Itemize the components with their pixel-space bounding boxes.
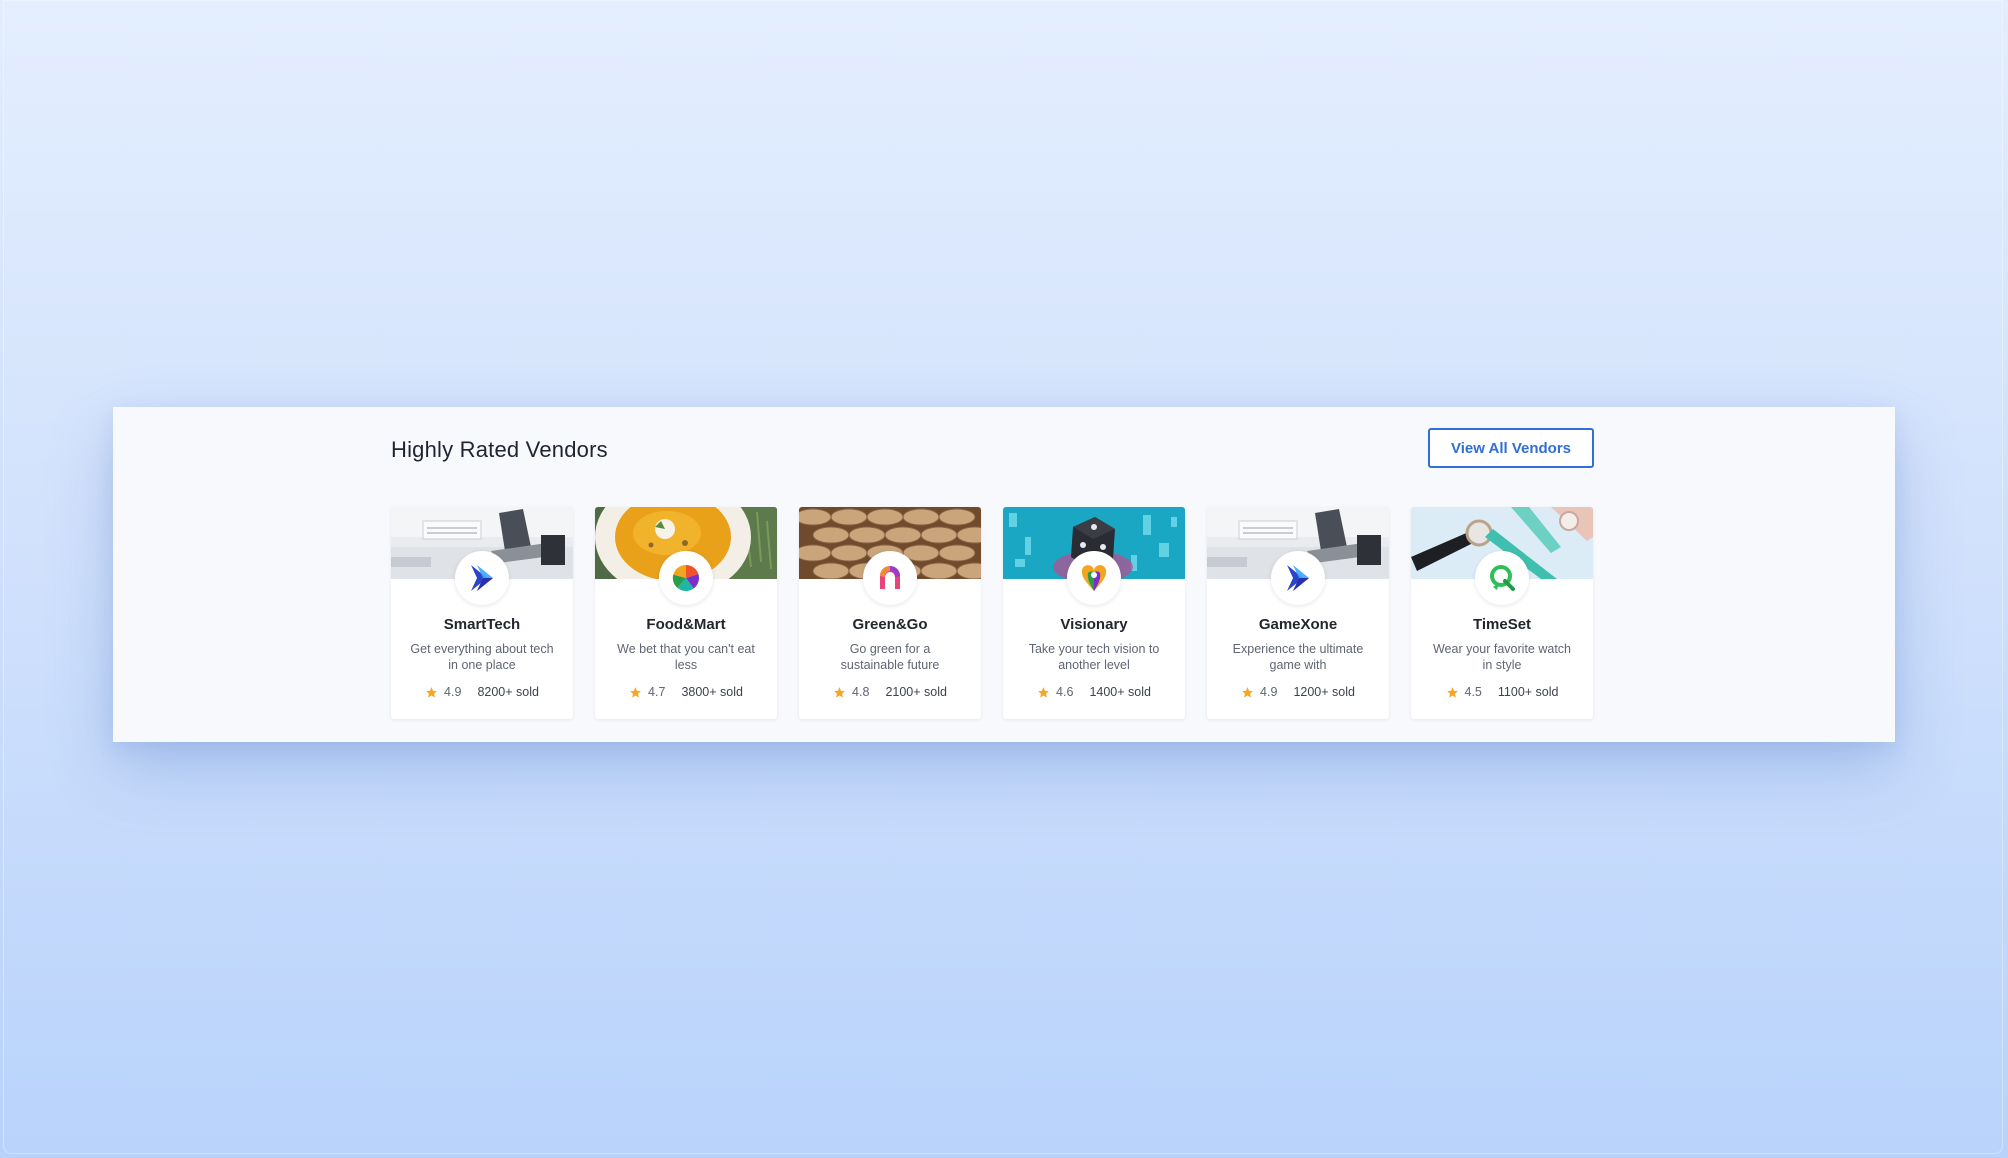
star-icon	[425, 686, 438, 699]
arch-logo-icon	[863, 551, 917, 605]
color-wheel-logo-icon	[659, 551, 713, 605]
star-icon	[833, 686, 846, 699]
chevron-logo-icon	[1271, 551, 1325, 605]
vendor-stats: 4.6 1400+ sold	[1003, 685, 1185, 699]
vendor-name: GameXone	[1258, 616, 1338, 633]
vendor-stats: 4.5 1100+ sold	[1411, 685, 1593, 699]
vendor-name: Green&Go	[852, 616, 928, 633]
view-all-vendors-button[interactable]: View All Vendors	[1428, 428, 1594, 468]
vendor-stats: 4.9 1200+ sold	[1207, 685, 1389, 699]
vendor-rating: 4.6	[1056, 685, 1074, 699]
vendor-card-visionary[interactable]: Visionary Take your tech vision to anoth…	[1003, 507, 1185, 719]
star-icon	[1037, 686, 1050, 699]
vendor-name: Food&Mart	[646, 616, 726, 633]
vendor-name: SmartTech	[443, 616, 521, 633]
vendor-description: Experience the ultimate game with	[1232, 642, 1364, 672]
vendor-stats: 4.9 8200+ sold	[391, 685, 573, 699]
vendor-stats: 4.7 3800+ sold	[595, 685, 777, 699]
star-icon	[1446, 686, 1459, 699]
vendor-sold-count: 3800+ sold	[681, 685, 743, 699]
vendor-rating: 4.7	[648, 685, 666, 699]
vendor-card-foodmart[interactable]: Food&Mart We bet that you can't eat less…	[595, 507, 777, 719]
vendor-rating: 4.8	[852, 685, 870, 699]
vendor-description: Go green for a sustainable future	[840, 642, 940, 672]
vendor-name: Visionary	[1060, 616, 1128, 633]
chevron-logo-icon	[455, 551, 509, 605]
vendor-rating: 4.9	[1260, 685, 1278, 699]
vendor-card-list: SmartTech Get everything about tech in o…	[391, 507, 1593, 719]
vendor-description: Wear your favorite watch in style	[1432, 642, 1572, 672]
heart-pin-logo-icon	[1067, 551, 1121, 605]
vendor-card-timeset[interactable]: TimeSet Wear your favorite watch in styl…	[1411, 507, 1593, 719]
section-title: Highly Rated Vendors	[391, 437, 608, 462]
vendor-sold-count: 2100+ sold	[885, 685, 947, 699]
vendor-stats: 4.8 2100+ sold	[799, 685, 981, 699]
vendor-description: We bet that you can't eat less	[617, 642, 755, 672]
vendor-description: Get everything about tech in one place	[410, 642, 554, 672]
star-icon	[629, 686, 642, 699]
vendor-name: TimeSet	[1472, 616, 1532, 633]
vendors-panel: Highly Rated Vendors View All Vendors Sm…	[113, 407, 1895, 742]
vendor-card-greengo[interactable]: Green&Go Go green for a sustainable futu…	[799, 507, 981, 719]
vendor-rating: 4.9	[444, 685, 462, 699]
vendor-description: Take your tech vision to another level	[1028, 642, 1160, 672]
vendor-sold-count: 1200+ sold	[1293, 685, 1355, 699]
vendor-card-gamexone[interactable]: GameXone Experience the ultimate game wi…	[1207, 507, 1389, 719]
vendor-card-smarttech[interactable]: SmartTech Get everything about tech in o…	[391, 507, 573, 719]
chat-bubble-logo-icon	[1475, 551, 1529, 605]
vendor-sold-count: 1100+ sold	[1497, 685, 1559, 699]
vendor-sold-count: 8200+ sold	[477, 685, 539, 699]
vendor-rating: 4.5	[1464, 685, 1482, 699]
star-icon	[1241, 686, 1254, 699]
vendor-sold-count: 1400+ sold	[1089, 685, 1151, 699]
